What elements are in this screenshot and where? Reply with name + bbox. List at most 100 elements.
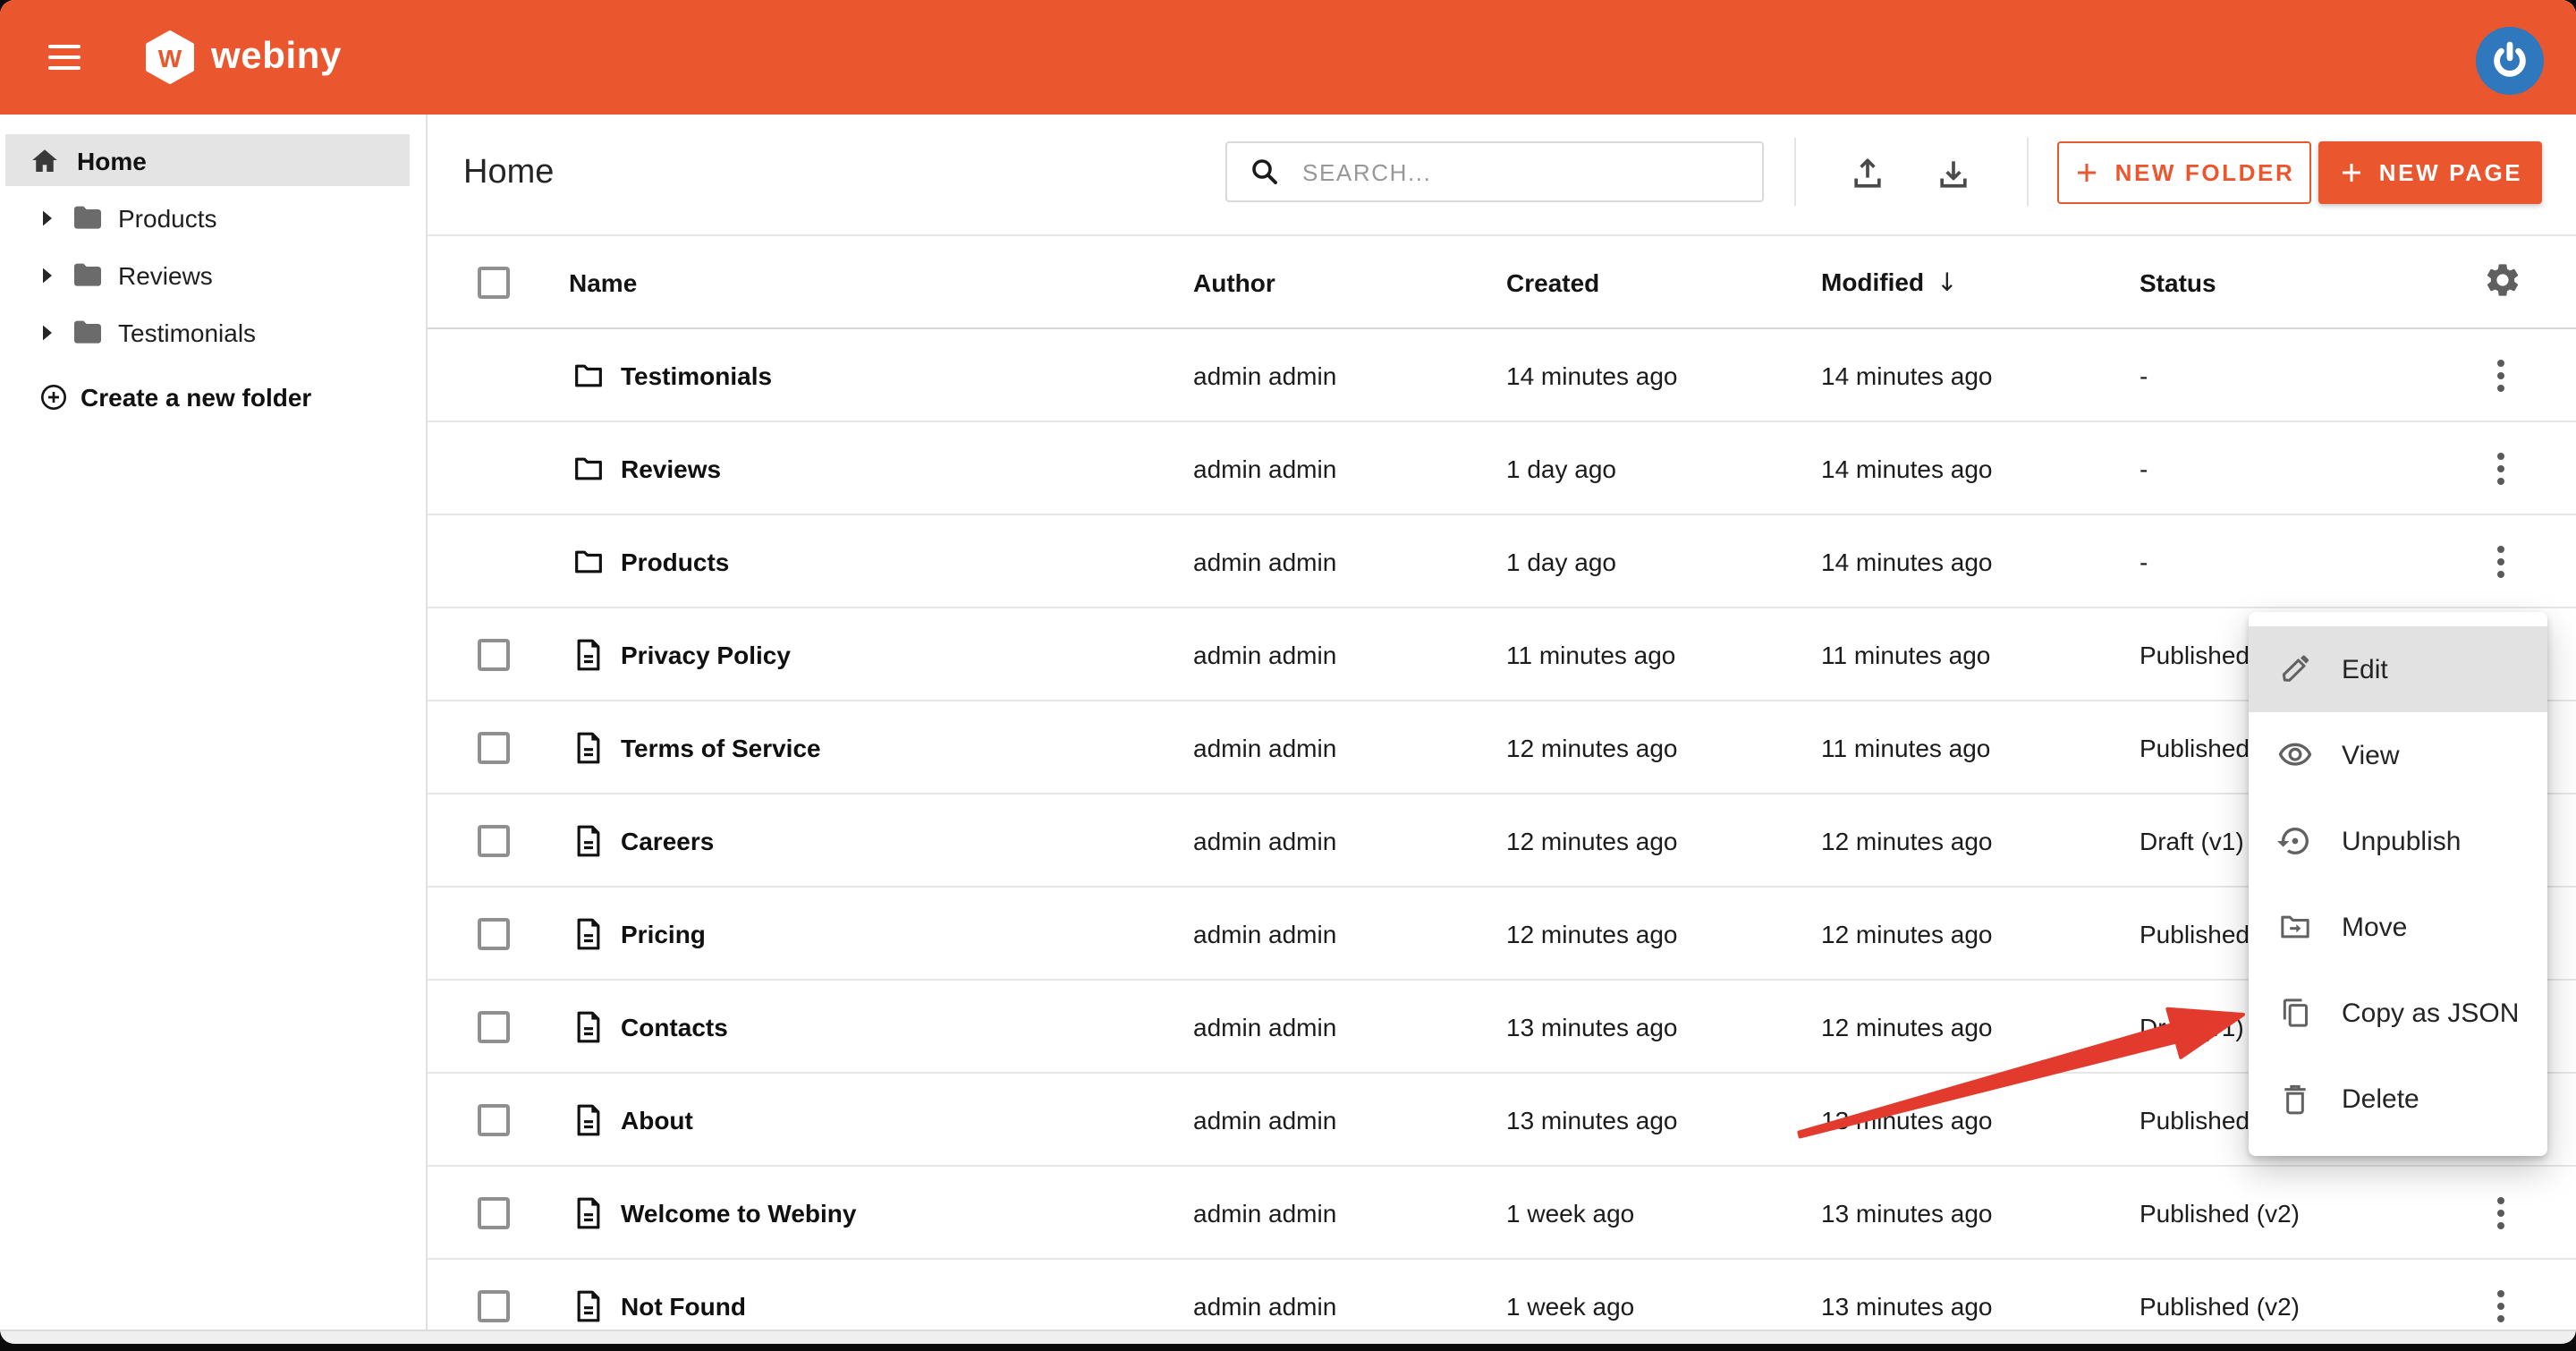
table-row-not-found[interactable]: Not Found admin admin 1 week ago 13 minu… xyxy=(428,1260,2576,1330)
context-menu-item-label: Delete xyxy=(2342,1083,2419,1114)
row-created: 13 minutes ago xyxy=(1506,1105,1677,1134)
row-author: admin admin xyxy=(1193,1012,1336,1041)
row-actions-kebab-icon[interactable] xyxy=(2483,355,2519,395)
import-upload-icon[interactable] xyxy=(1848,154,1887,193)
table-row-testimonials[interactable]: Testimonials admin admin 14 minutes ago … xyxy=(428,329,2576,422)
hamburger-menu-icon[interactable] xyxy=(48,45,80,70)
sidebar-item-home[interactable]: Home xyxy=(5,134,410,186)
folder-filled-icon xyxy=(70,200,106,236)
row-name[interactable]: Terms of Service xyxy=(621,733,821,761)
menu-item-view[interactable]: View xyxy=(2249,712,2547,798)
new-page-label: NEW PAGE xyxy=(2379,159,2522,186)
menu-item-delete[interactable]: Delete xyxy=(2249,1056,2547,1142)
menu-item-unpublish[interactable]: Unpublish xyxy=(2249,798,2547,884)
row-checkbox[interactable] xyxy=(478,917,510,949)
page-document-icon xyxy=(571,636,606,672)
menu-item-edit[interactable]: Edit xyxy=(2249,626,2547,712)
row-checkbox[interactable] xyxy=(478,1103,510,1135)
row-author: admin admin xyxy=(1193,547,1336,575)
plus-circle-icon xyxy=(39,382,68,411)
sidebar-item-testimonials[interactable]: Testimonials xyxy=(0,304,426,361)
row-actions-kebab-icon[interactable] xyxy=(2483,1193,2519,1232)
row-name[interactable]: Products xyxy=(621,547,729,575)
menu-item-move[interactable]: Move xyxy=(2249,884,2547,970)
webiny-logo[interactable]: W webiny xyxy=(145,30,342,84)
sidebar-item-reviews[interactable]: Reviews xyxy=(0,247,426,304)
caret-right-icon[interactable] xyxy=(41,209,54,227)
context-menu-item-label: Move xyxy=(2342,912,2407,942)
row-author: admin admin xyxy=(1193,361,1336,389)
row-checkbox[interactable] xyxy=(478,731,510,763)
caret-right-icon[interactable] xyxy=(41,324,54,342)
power-icon xyxy=(2487,38,2533,84)
row-name[interactable]: Welcome to Webiny xyxy=(621,1198,856,1227)
row-created: 14 minutes ago xyxy=(1506,361,1677,389)
row-checkbox[interactable] xyxy=(478,1289,510,1321)
row-name[interactable]: About xyxy=(621,1105,693,1134)
column-header-created[interactable]: Created xyxy=(1506,268,1599,296)
table-row-reviews[interactable]: Reviews admin admin 1 day ago 14 minutes… xyxy=(428,422,2576,515)
select-all-checkbox[interactable] xyxy=(478,266,510,298)
webiny-hexagon-icon: W xyxy=(145,30,195,84)
table-settings-gear-icon[interactable] xyxy=(2483,259,2522,299)
page-document-icon xyxy=(571,1194,606,1230)
pencil-icon xyxy=(2277,651,2313,687)
column-header-author[interactable]: Author xyxy=(1193,268,1275,296)
row-name[interactable]: Testimonials xyxy=(621,361,772,389)
user-avatar[interactable] xyxy=(2476,27,2544,95)
search-input[interactable] xyxy=(1299,157,1762,187)
row-checkbox[interactable] xyxy=(478,1196,510,1228)
table-header: Name Author Created Modified↓ Status xyxy=(428,234,2576,329)
create-folder-label: Create a new folder xyxy=(80,382,311,411)
row-created: 12 minutes ago xyxy=(1506,919,1677,947)
row-author: admin admin xyxy=(1193,1198,1336,1227)
row-name[interactable]: Reviews xyxy=(621,454,721,482)
page-document-icon xyxy=(571,822,606,858)
sidebar-item-products[interactable]: Products xyxy=(0,190,426,247)
column-header-status[interactable]: Status xyxy=(2140,268,2216,296)
table-row-welcome-to-webiny[interactable]: Welcome to Webiny admin admin 1 week ago… xyxy=(428,1167,2576,1260)
toolbar-divider xyxy=(1794,138,1796,206)
main-area: Home Products Reviews Testimonials Creat… xyxy=(0,115,2576,1331)
row-status: - xyxy=(2140,547,2148,575)
new-folder-button[interactable]: NEW FOLDER xyxy=(2057,141,2311,204)
row-actions-kebab-icon[interactable] xyxy=(2483,448,2519,488)
export-download-icon[interactable] xyxy=(1934,154,1973,193)
row-created: 1 week ago xyxy=(1506,1291,1634,1320)
row-name[interactable]: Contacts xyxy=(621,1012,728,1041)
row-status: Draft (v1) xyxy=(2140,826,2244,854)
row-modified: 14 minutes ago xyxy=(1821,454,1992,482)
row-actions-kebab-icon[interactable] xyxy=(2483,541,2519,581)
row-status: Published (v2) xyxy=(2140,1291,2300,1320)
row-checkbox[interactable] xyxy=(478,638,510,670)
row-created: 12 minutes ago xyxy=(1506,733,1677,761)
search-box xyxy=(1225,141,1764,202)
row-created: 13 minutes ago xyxy=(1506,1012,1677,1041)
row-created: 1 week ago xyxy=(1506,1198,1634,1227)
new-page-button[interactable]: NEW PAGE xyxy=(2318,141,2542,204)
row-name[interactable]: Careers xyxy=(621,826,714,854)
column-header-modified[interactable]: Modified↓ xyxy=(1821,267,1958,297)
row-name[interactable]: Pricing xyxy=(621,919,706,947)
row-status: - xyxy=(2140,361,2148,389)
row-author: admin admin xyxy=(1193,1105,1336,1134)
row-modified: 14 minutes ago xyxy=(1821,361,1992,389)
row-checkbox[interactable] xyxy=(478,824,510,856)
column-header-name[interactable]: Name xyxy=(569,268,637,296)
caret-right-icon[interactable] xyxy=(41,267,54,285)
table-row-products[interactable]: Products admin admin 1 day ago 14 minute… xyxy=(428,515,2576,608)
create-folder-button[interactable]: Create a new folder xyxy=(0,374,311,419)
row-name[interactable]: Privacy Policy xyxy=(621,640,791,668)
folder-icon xyxy=(571,357,606,393)
menu-item-copy-as-json[interactable]: Copy as JSON xyxy=(2249,970,2547,1056)
row-modified: 12 minutes ago xyxy=(1821,1012,1992,1041)
sidebar-folder-label: Reviews xyxy=(118,261,213,290)
page-document-icon xyxy=(571,1008,606,1044)
unpublish-restore-icon xyxy=(2277,823,2313,859)
page-document-icon xyxy=(571,729,606,765)
context-menu-item-label: Edit xyxy=(2342,654,2388,684)
row-checkbox[interactable] xyxy=(478,1010,510,1042)
row-name[interactable]: Not Found xyxy=(621,1291,746,1320)
row-actions-kebab-icon[interactable] xyxy=(2483,1286,2519,1325)
row-modified: 12 minutes ago xyxy=(1821,919,1992,947)
